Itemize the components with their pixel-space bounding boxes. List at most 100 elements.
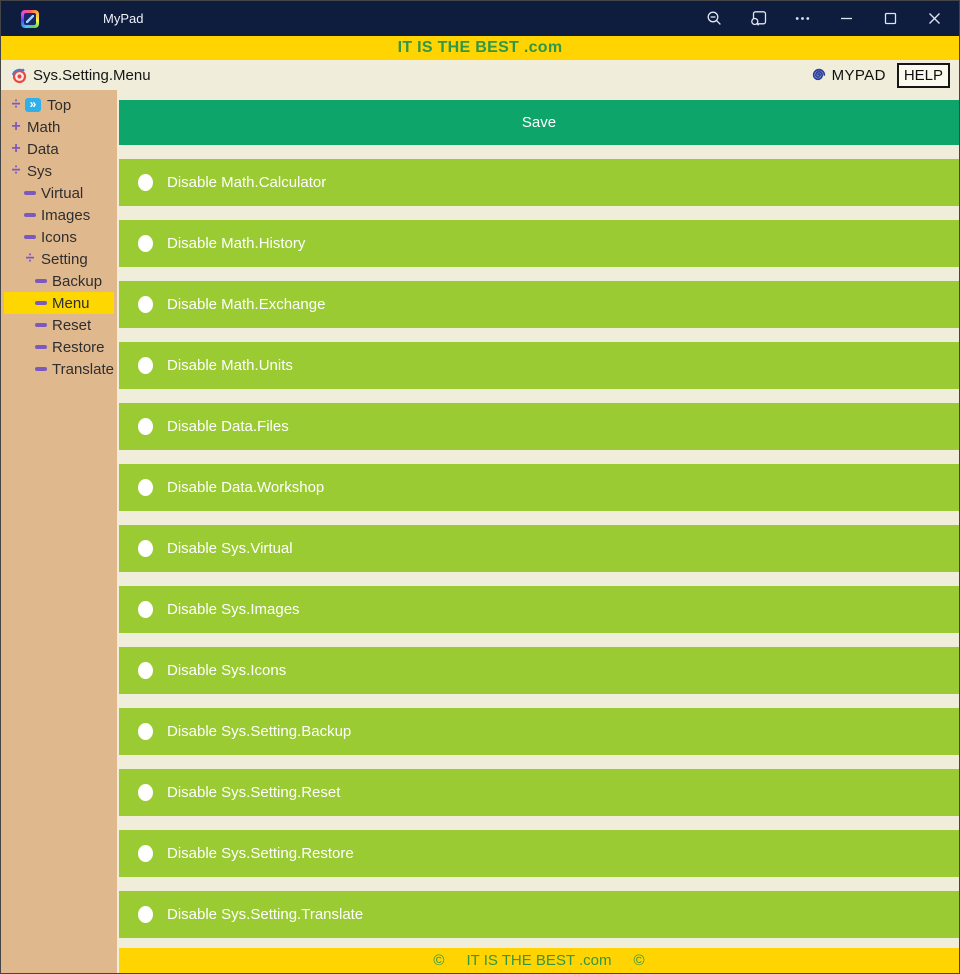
toggle-row[interactable]: Disable Data.Files [119, 403, 959, 450]
fast-forward-icon [25, 98, 41, 112]
footer-text: IT IS THE BEST .com [466, 952, 611, 969]
toggle-label: Disable Sys.Images [167, 601, 300, 618]
tree-expand-icon[interactable]: ÷ [8, 162, 24, 180]
sidebar-item[interactable]: — Reset [4, 314, 114, 336]
radio-icon[interactable] [138, 296, 153, 313]
sidebar-item[interactable]: ÷ Top [4, 94, 114, 116]
tree-expand-icon[interactable]: — [22, 206, 38, 224]
radio-icon[interactable] [138, 174, 153, 191]
toggle-label: Disable Math.Calculator [167, 174, 326, 191]
sidebar-item-label: Images [41, 207, 90, 224]
sidebar-item[interactable]: ÷ Setting [4, 248, 114, 270]
toggle-list: Disable Math.Calculator Disable Math.His… [119, 159, 959, 938]
sidebar-item-label: Data [27, 141, 59, 158]
footer-copyright-left: © [433, 952, 444, 969]
tree-expand-icon[interactable]: — [33, 338, 49, 356]
header-right: MYPAD HELP [810, 63, 950, 88]
sidebar-item-label: Reset [52, 317, 91, 334]
page-header: Sys.Setting.Menu MYPAD HELP [1, 60, 959, 90]
sidebar-item-label: Sys [27, 163, 52, 180]
sidebar-item[interactable]: ÷ Sys [4, 160, 114, 182]
tree-expand-icon[interactable]: ÷ [22, 250, 38, 268]
toggle-label: Disable Sys.Virtual [167, 540, 293, 557]
sidebar-item-label: Icons [41, 229, 77, 246]
radio-icon[interactable] [138, 601, 153, 618]
sidebar-item[interactable]: + Data [4, 138, 114, 160]
spiral-icon [810, 67, 828, 84]
sidebar-item[interactable]: — Virtual [4, 182, 114, 204]
sidebar-item[interactable]: + Math [4, 116, 114, 138]
tree-expand-icon[interactable]: — [22, 228, 38, 246]
toggle-row[interactable]: Disable Sys.Setting.Reset [119, 769, 959, 816]
brand-label: MYPAD [832, 67, 886, 84]
radio-icon[interactable] [138, 418, 153, 435]
radio-icon[interactable] [138, 845, 153, 862]
radio-icon[interactable] [138, 723, 153, 740]
sidebar-item-label: Translate [52, 361, 114, 378]
radio-icon[interactable] [138, 235, 153, 252]
toggle-row[interactable]: Disable Sys.Setting.Backup [119, 708, 959, 755]
page-title: Sys.Setting.Menu [33, 67, 151, 84]
toggle-label: Disable Sys.Setting.Translate [167, 906, 363, 923]
tree-expand-icon[interactable]: — [33, 272, 49, 290]
toggle-label: Disable Math.Units [167, 357, 293, 374]
radio-icon[interactable] [138, 357, 153, 374]
save-button[interactable]: Save [119, 100, 959, 145]
toggle-label: Disable Math.Exchange [167, 296, 325, 313]
sidebar-item-label: Virtual [41, 185, 83, 202]
zoom-out-icon[interactable] [706, 10, 723, 27]
sidebar-item[interactable]: — Backup [4, 270, 114, 292]
toggle-row[interactable]: Disable Math.Calculator [119, 159, 959, 206]
toggle-label: Disable Sys.Setting.Reset [167, 784, 340, 801]
toggle-row[interactable]: Disable Math.Exchange [119, 281, 959, 328]
window-controls [706, 10, 959, 27]
radio-icon[interactable] [138, 540, 153, 557]
tree-expand-icon[interactable]: + [8, 118, 24, 136]
toggle-label: Disable Sys.Setting.Restore [167, 845, 354, 862]
more-icon[interactable] [794, 10, 811, 27]
sidebar-item-label: Restore [52, 339, 105, 356]
tree-expand-icon[interactable]: — [33, 294, 49, 312]
close-icon[interactable] [926, 10, 943, 27]
sidebar-item[interactable]: — Menu [4, 292, 114, 314]
toggle-row[interactable]: Disable Math.History [119, 220, 959, 267]
window-title: MyPad [103, 11, 143, 26]
tree-expand-icon[interactable]: ÷ [8, 96, 24, 114]
tree-expand-icon[interactable]: — [33, 316, 49, 334]
toggle-row[interactable]: Disable Sys.Images [119, 586, 959, 633]
help-button[interactable]: HELP [897, 63, 950, 88]
sidebar-item[interactable]: — Icons [4, 226, 114, 248]
search-in-window-icon[interactable] [750, 10, 767, 27]
toggle-row[interactable]: Disable Sys.Icons [119, 647, 959, 694]
toggle-row[interactable]: Disable Sys.Setting.Translate [119, 891, 959, 938]
footer-copyright-right: © [634, 952, 645, 969]
maximize-icon[interactable] [882, 10, 899, 27]
sidebar-item[interactable]: — Images [4, 204, 114, 226]
toggle-row[interactable]: Disable Math.Units [119, 342, 959, 389]
toggle-row[interactable]: Disable Data.Workshop [119, 464, 959, 511]
sidebar-item-label: Menu [52, 295, 90, 312]
radio-icon[interactable] [138, 784, 153, 801]
radio-icon[interactable] [138, 906, 153, 923]
footer: © IT IS THE BEST .com © [119, 948, 959, 973]
sidebar-item[interactable]: — Restore [4, 336, 114, 358]
toggle-row[interactable]: Disable Sys.Setting.Restore [119, 830, 959, 877]
toggle-label: Disable Data.Workshop [167, 479, 324, 496]
toggle-row[interactable]: Disable Sys.Virtual [119, 525, 959, 572]
toggle-label: Disable Sys.Setting.Backup [167, 723, 351, 740]
toggle-label: Disable Math.History [167, 235, 305, 252]
toggle-label: Disable Sys.Icons [167, 662, 286, 679]
tree-expand-icon[interactable]: — [22, 184, 38, 202]
sidebar-item-label: Math [27, 119, 60, 136]
tree-expand-icon[interactable]: — [33, 360, 49, 378]
sidebar: ÷ Top + Math + Data ÷ [1, 90, 117, 973]
radio-icon[interactable] [138, 479, 153, 496]
target-icon [10, 66, 28, 84]
app-logo-icon [21, 10, 39, 28]
tree-expand-icon[interactable]: + [8, 140, 24, 158]
radio-icon[interactable] [138, 662, 153, 679]
sidebar-item[interactable]: — Translate [4, 358, 114, 380]
titlebar: MyPad [1, 1, 959, 36]
minimize-icon[interactable] [838, 10, 855, 27]
body: ÷ Top + Math + Data ÷ [1, 90, 959, 973]
